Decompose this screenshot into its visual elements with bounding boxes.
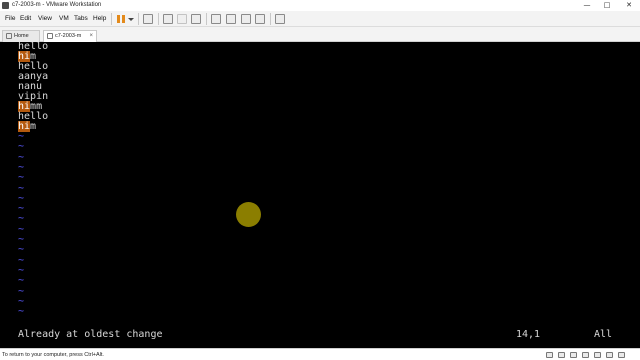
vim-cursor-position: 14,1 bbox=[516, 329, 541, 340]
tilde-marker: ~ bbox=[18, 306, 25, 318]
snapshot-icon[interactable] bbox=[163, 14, 173, 24]
cd-dvd-icon[interactable] bbox=[558, 352, 565, 358]
menu-tabs[interactable]: Tabs bbox=[74, 14, 88, 23]
status-bar: To return to your computer, press Ctrl+A… bbox=[0, 348, 640, 360]
toolbar-separator bbox=[158, 13, 159, 25]
home-icon bbox=[6, 33, 12, 39]
vm-icon bbox=[47, 33, 53, 39]
revert-snapshot-icon[interactable] bbox=[177, 14, 187, 24]
tilde-marker: ~ bbox=[18, 141, 25, 153]
mouse-cursor-highlight bbox=[236, 202, 261, 227]
tab-bar: Home c7-2003-m × bbox=[0, 28, 640, 42]
minimize-button[interactable]: — bbox=[580, 1, 594, 10]
show-library-icon[interactable] bbox=[211, 14, 221, 24]
printer-icon[interactable] bbox=[606, 352, 613, 358]
vmware-app-icon bbox=[2, 2, 9, 9]
maximize-button[interactable]: □ bbox=[600, 1, 614, 10]
usb-controller-icon[interactable] bbox=[582, 352, 589, 358]
console-view-icon[interactable] bbox=[275, 14, 285, 24]
tab-vm[interactable]: c7-2003-m × bbox=[43, 30, 97, 42]
pause-icon[interactable] bbox=[116, 14, 126, 24]
snapshot-manager-icon[interactable] bbox=[191, 14, 201, 24]
pause-dropdown-icon[interactable] bbox=[128, 14, 134, 24]
toolbar-separator bbox=[138, 13, 139, 25]
full-screen-icon[interactable] bbox=[241, 14, 251, 24]
sound-card-icon[interactable] bbox=[594, 352, 601, 358]
network-adapter-icon[interactable] bbox=[570, 352, 577, 358]
tilde-marker: ~ bbox=[18, 275, 25, 287]
close-button[interactable]: ✕ bbox=[622, 1, 636, 10]
toolbar-separator bbox=[270, 13, 271, 25]
toolbar-separator bbox=[111, 13, 112, 25]
menu-toolbar: File Edit View VM Tabs Help bbox=[0, 11, 640, 27]
menu-view[interactable]: View bbox=[38, 14, 52, 23]
send-ctrl-alt-del-icon[interactable] bbox=[143, 14, 153, 24]
vm-console[interactable]: hello him hello aanya nanu vipin himm he… bbox=[0, 42, 640, 348]
tab-close-icon[interactable]: × bbox=[89, 31, 93, 41]
menu-edit[interactable]: Edit bbox=[20, 14, 31, 23]
toolbar-separator bbox=[206, 13, 207, 25]
tilde-marker: ~ bbox=[18, 182, 25, 194]
vim-scroll-indicator: All bbox=[594, 329, 613, 340]
menu-help[interactable]: Help bbox=[93, 14, 106, 23]
display-icon[interactable] bbox=[618, 352, 625, 358]
vim-status-message: Already at oldest change bbox=[18, 329, 163, 340]
title-bar: c7-2003-m - VMware Workstation — □ ✕ bbox=[0, 0, 640, 11]
tab-label: Home bbox=[14, 33, 29, 39]
unity-icon[interactable] bbox=[255, 14, 265, 24]
tilde-marker: ~ bbox=[18, 172, 25, 184]
tab-home[interactable]: Home bbox=[2, 30, 40, 42]
status-hint: To return to your computer, press Ctrl+A… bbox=[2, 352, 104, 358]
thumbnail-bar-icon[interactable] bbox=[226, 14, 236, 24]
tilde-marker: ~ bbox=[18, 285, 25, 297]
tilde-marker: ~ bbox=[18, 213, 25, 225]
menu-vm[interactable]: VM bbox=[59, 14, 69, 23]
hard-disk-icon[interactable] bbox=[546, 352, 553, 358]
tab-label: c7-2003-m bbox=[55, 33, 82, 39]
menu-file[interactable]: File bbox=[5, 14, 15, 23]
tilde-marker: ~ bbox=[18, 244, 25, 256]
window-title: c7-2003-m - VMware Workstation bbox=[12, 2, 102, 8]
